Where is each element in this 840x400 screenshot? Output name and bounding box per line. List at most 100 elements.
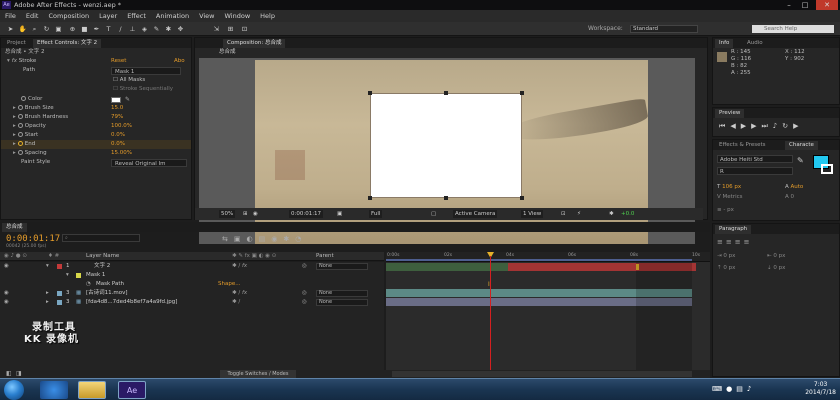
- exposure-icon[interactable]: ✱: [607, 210, 616, 218]
- clone-tool-icon[interactable]: ⊥: [128, 25, 137, 33]
- pickwhip-icon[interactable]: ◎: [302, 289, 307, 298]
- camera-tool-icon[interactable]: ▣: [54, 25, 63, 33]
- prev-frame-icon[interactable]: ◀: [730, 122, 740, 130]
- tab-project[interactable]: Project: [3, 39, 30, 48]
- indent-left-field[interactable]: ⇥ 0 px: [717, 252, 735, 261]
- tab-preview[interactable]: Preview: [715, 109, 745, 118]
- handle-icon[interactable]: [444, 91, 448, 95]
- space-before-value[interactable]: 0 px: [723, 265, 735, 271]
- menu-view[interactable]: View: [199, 12, 214, 20]
- space-before-field[interactable]: ⇡ 0 px: [717, 264, 735, 273]
- menu-animation[interactable]: Animation: [156, 12, 189, 20]
- roto-brush-tool-icon[interactable]: ✎: [152, 25, 161, 33]
- zoom-tool-icon[interactable]: ⌕: [30, 25, 39, 33]
- paint-style-select[interactable]: Reveal Original Im: [111, 159, 187, 167]
- layer-name-header[interactable]: Layer Name: [86, 252, 119, 261]
- timeline-zoom-slider[interactable]: [392, 371, 692, 377]
- handle-icon[interactable]: [368, 196, 372, 200]
- handle-icon[interactable]: [520, 91, 524, 95]
- puppet-tool-icon[interactable]: ✱: [164, 25, 173, 33]
- camera-snapshot-icon[interactable]: ◉: [251, 210, 260, 218]
- after-effects-icon[interactable]: Ae: [118, 381, 146, 399]
- graph-editor-icon[interactable]: ◔: [295, 235, 307, 243]
- hand-tool-icon[interactable]: ✋: [18, 25, 27, 33]
- indent-right-value[interactable]: 0 px: [773, 253, 785, 259]
- mask-path-row[interactable]: ◔ Mask Path Shape...: [0, 280, 384, 289]
- fx-switch[interactable]: fx: [242, 290, 247, 296]
- tab-timeline-comp[interactable]: 总合成: [2, 223, 27, 232]
- mask-row[interactable]: ▾ Mask 1: [0, 271, 384, 280]
- layer-row-1[interactable]: ◉ ▾ 1 文字 2 ✱ / fx ◎ None: [0, 262, 384, 271]
- mask-name[interactable]: Mask 1: [86, 271, 105, 280]
- puppet-starch-tool-icon[interactable]: ✥: [176, 25, 185, 33]
- hide-shy-icon[interactable]: ◐: [247, 235, 259, 243]
- visibility-icon[interactable]: ◉: [4, 289, 9, 298]
- indent-left-value[interactable]: 0 px: [723, 253, 735, 259]
- mask-path-value[interactable]: Shape...: [218, 280, 240, 289]
- font-family-select[interactable]: Adobe Heiti Std: [717, 155, 793, 163]
- menu-layer[interactable]: Layer: [99, 12, 117, 20]
- layer-label-color[interactable]: [57, 300, 62, 305]
- tab-info[interactable]: Info: [715, 39, 734, 48]
- leading-value[interactable]: Auto: [791, 184, 804, 190]
- menu-window[interactable]: Window: [225, 12, 251, 20]
- color-swatch[interactable]: [111, 97, 121, 103]
- pickwhip-icon[interactable]: ◎: [302, 298, 307, 307]
- parent-header[interactable]: Parent: [316, 252, 334, 261]
- expand-switches-icon[interactable]: ◧: [6, 370, 12, 377]
- stopwatch-icon[interactable]: [17, 105, 23, 110]
- snapshot-icon[interactable]: ▣: [335, 210, 344, 218]
- toggle-pixel-icon[interactable]: ⊡: [559, 210, 568, 218]
- expand-modes-icon[interactable]: ◨: [16, 370, 22, 377]
- spacing-value[interactable]: 15.00%: [111, 149, 132, 158]
- tab-audio[interactable]: Audio: [743, 39, 767, 48]
- ram-preview-icon[interactable]: ▶: [793, 122, 803, 130]
- play-icon[interactable]: ▶: [741, 122, 751, 130]
- stopwatch-icon[interactable]: [21, 96, 26, 101]
- roi-icon[interactable]: ▢: [429, 210, 438, 218]
- font-size-value[interactable]: 106 px: [722, 184, 741, 190]
- space-after-value[interactable]: 0 px: [773, 265, 785, 271]
- tracking-field[interactable]: A 0: [785, 193, 794, 202]
- security-icon[interactable]: ●: [726, 385, 736, 393]
- font-style-select[interactable]: R: [717, 167, 793, 175]
- tracking-value[interactable]: 0: [791, 194, 795, 200]
- explorer-icon[interactable]: [78, 381, 106, 399]
- timeline-timecode[interactable]: 0:00:01:17: [6, 234, 60, 244]
- local-axis-icon[interactable]: ⇲: [212, 25, 221, 33]
- ie-icon[interactable]: [40, 381, 68, 399]
- timeline-search-input[interactable]: ⌕: [62, 234, 140, 242]
- search-help-input[interactable]: Search Help: [752, 25, 834, 33]
- stopwatch-icon[interactable]: ◔: [86, 280, 91, 289]
- fast-preview-icon[interactable]: ⚡: [575, 210, 583, 218]
- leading-field[interactable]: A Auto: [785, 183, 803, 192]
- stopwatch-icon[interactable]: [17, 141, 23, 146]
- align-center-icon[interactable]: ≡: [726, 238, 735, 246]
- tab-character[interactable]: Characte: [785, 141, 818, 150]
- handle-icon[interactable]: [444, 196, 448, 200]
- space-after-field[interactable]: ⇣ 0 px: [767, 264, 785, 273]
- brush-tool-icon[interactable]: /: [116, 25, 125, 33]
- stopwatch-icon[interactable]: [17, 150, 23, 155]
- composition-breadcrumb[interactable]: 总合成: [219, 48, 236, 57]
- camera-select[interactable]: Active Camera: [453, 210, 498, 218]
- menu-help[interactable]: Help: [260, 12, 275, 20]
- indent-right-field[interactable]: ⇤ 0 px: [767, 252, 785, 261]
- stopwatch-icon[interactable]: [17, 114, 23, 119]
- stroke-sequentially-checkbox[interactable]: ☐ Stroke Sequentially: [113, 85, 173, 94]
- keyboard-icon[interactable]: ⌨: [712, 385, 726, 393]
- next-frame-icon[interactable]: ▶: [751, 122, 761, 130]
- zoom-select[interactable]: 50%: [219, 210, 236, 218]
- timeline-tracks[interactable]: 0:00s 02s 04s 06s 08s 10s I: [386, 252, 710, 370]
- layer-name[interactable]: [fda4d8...7ded4b8ef7a4a9fd.jpg]: [86, 298, 177, 307]
- end-value[interactable]: 0.0%: [111, 140, 125, 149]
- layer-switches[interactable]: ✱ /: [232, 298, 240, 307]
- comp-mini-flowchart-icon[interactable]: ⇆: [222, 235, 234, 243]
- maximize-icon[interactable]: □: [798, 0, 812, 10]
- expand-triangle-icon[interactable]: ▾: [66, 271, 69, 280]
- minimize-icon[interactable]: –: [782, 0, 796, 10]
- stroke-color-swatch[interactable]: [821, 164, 833, 174]
- font-size-field[interactable]: T 106 px: [717, 183, 741, 192]
- motion-blur-icon[interactable]: ◉: [271, 235, 283, 243]
- work-area-bar[interactable]: [386, 259, 692, 261]
